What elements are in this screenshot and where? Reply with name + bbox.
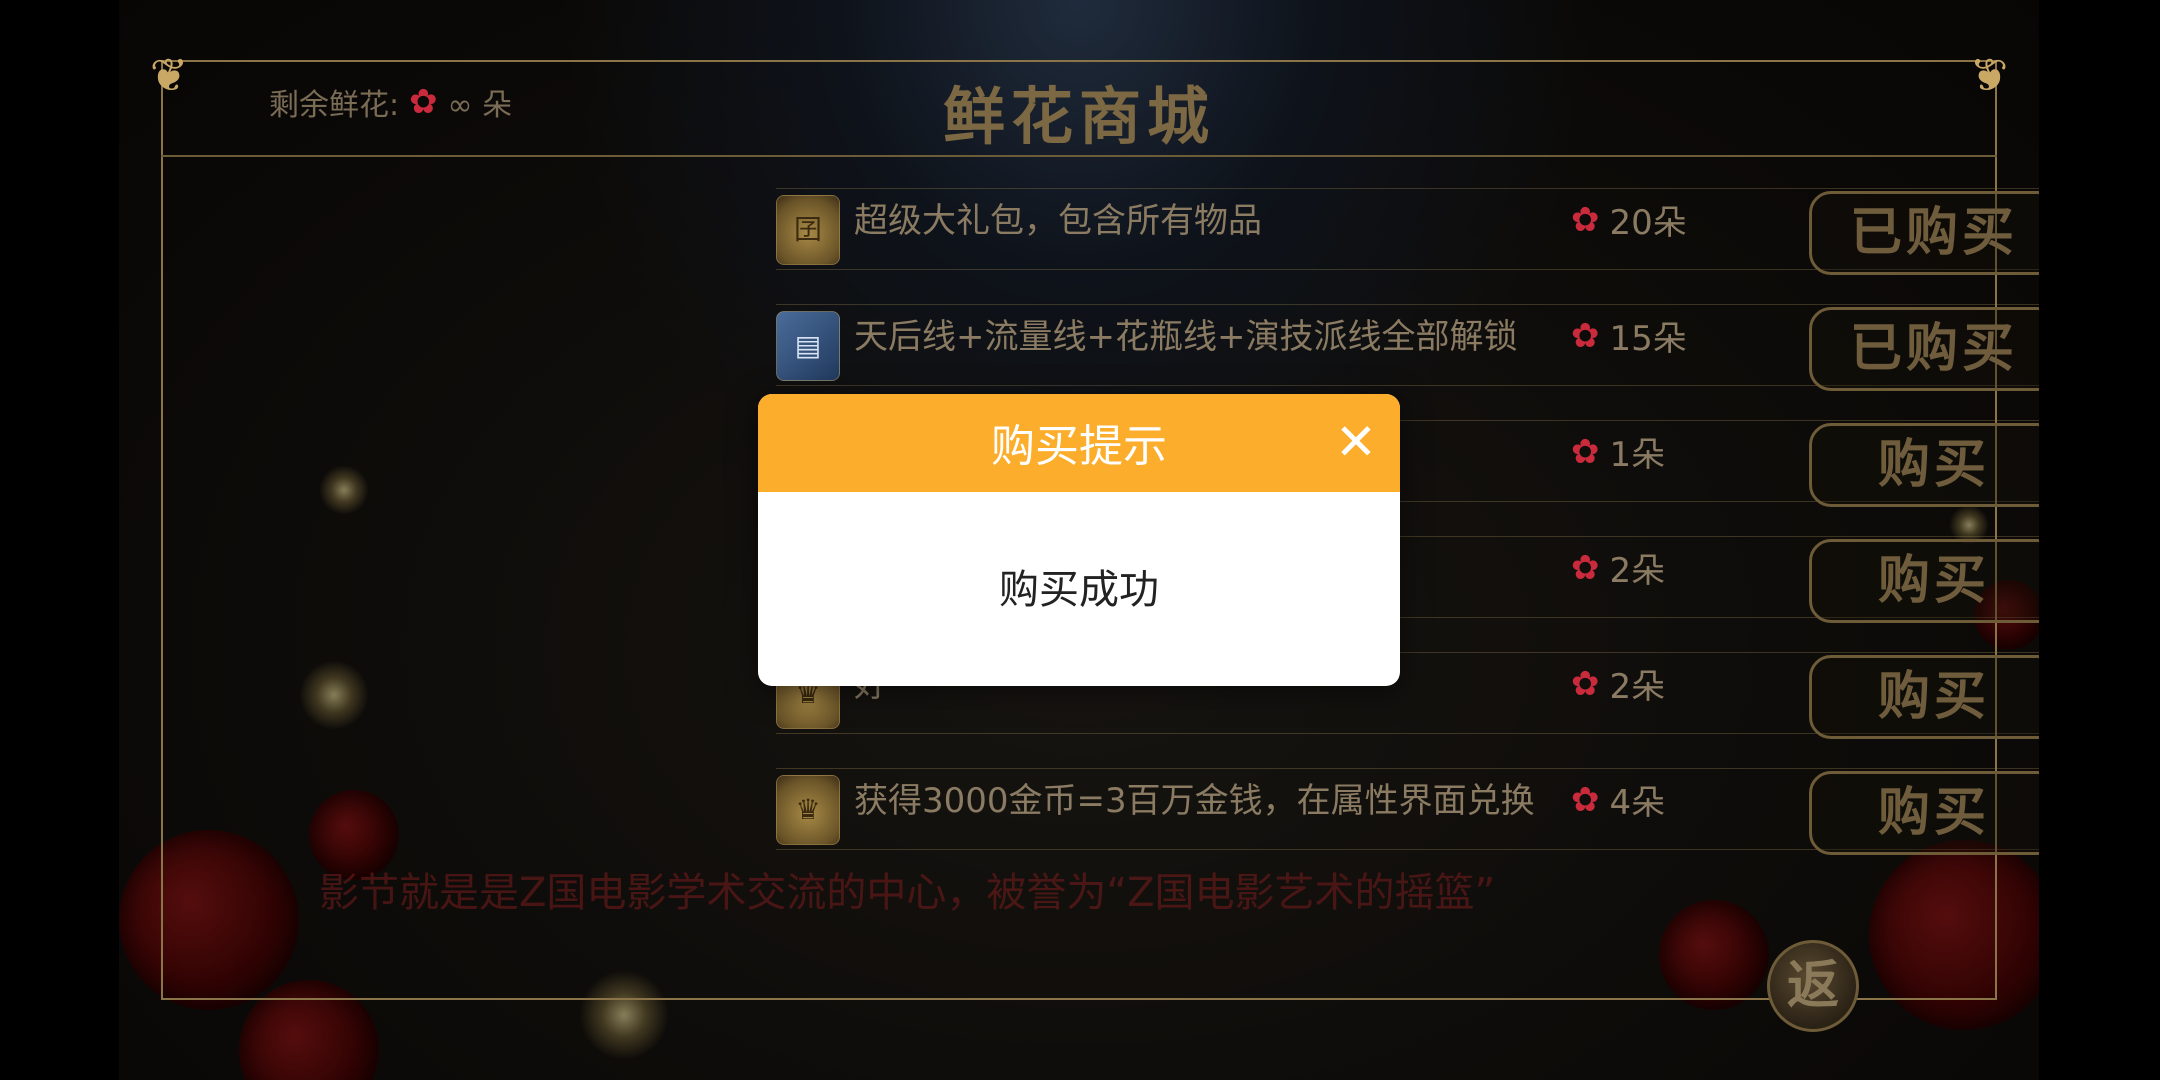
price-value: 1朵 <box>1609 435 1666 475</box>
rose-icon: ✿ <box>1571 547 1600 588</box>
rose-icon: ✿ <box>1571 779 1600 820</box>
dialog-message: 购买成功 <box>999 567 1159 613</box>
item-description: 天后线+流量线+花瓶线+演技派线全部解锁 <box>854 317 1518 357</box>
rose-icon: ✿ <box>1571 431 1600 472</box>
item-price: ✿ 20朵 <box>1571 195 1687 244</box>
buy-button[interactable]: 购买 <box>1809 539 2039 623</box>
price-value: 20朵 <box>1609 203 1687 243</box>
scrolling-ticker-text: 影节就是是Z国电影学术交流的中心，被誉为“Z国电影艺术的摇篮” <box>319 870 1496 916</box>
gold-statue-icon: ♛ <box>776 775 840 845</box>
remaining-label: 剩余鲜花: <box>269 88 400 123</box>
shop-item-row: ▤ 天后线+流量线+花瓶线+演技派线全部解锁 ✿ 15朵 已购买 <box>776 304 2039 391</box>
dialog-title: 购买提示 <box>991 421 1167 472</box>
rose-icon: ✿ <box>409 82 438 122</box>
price-value: 15朵 <box>1609 319 1687 359</box>
price-value: 4朵 <box>1609 783 1666 823</box>
item-price: ✿ 4朵 <box>1571 775 1665 824</box>
close-icon[interactable]: ✕ <box>1330 416 1382 468</box>
remaining-value: ∞ 朵 <box>447 88 513 123</box>
price-value: 2朵 <box>1609 667 1666 707</box>
item-price: ✿ 1朵 <box>1571 427 1665 476</box>
item-price: ✿ 2朵 <box>1571 543 1665 592</box>
shop-item-row: ♛ 获得3000金币=3百万金钱，在属性界面兑换 ✿ 4朵 购买 <box>776 768 2039 855</box>
shop-item-row: 囝 超级大礼包，包含所有物品 ✿ 20朵 已购买 <box>776 188 2039 275</box>
purchased-button[interactable]: 已购买 <box>1809 307 2039 391</box>
rose-icon: ✿ <box>1571 199 1600 240</box>
buy-button[interactable]: 购买 <box>1809 423 2039 507</box>
money-bag-icon: 囝 <box>776 195 840 265</box>
item-description: 超级大礼包，包含所有物品 <box>854 201 1262 241</box>
buy-button[interactable]: 购买 <box>1809 655 2039 739</box>
purchased-button[interactable]: 已购买 <box>1809 191 2039 275</box>
book-icon: ▤ <box>776 311 840 381</box>
item-price: ✿ 15朵 <box>1571 311 1687 360</box>
item-description: 获得3000金币=3百万金钱，在属性界面兑换 <box>854 781 1535 821</box>
rose-icon: ✿ <box>1571 315 1600 356</box>
rose-icon: ✿ <box>1571 663 1600 704</box>
remaining-flowers: 剩余鲜花: ✿ ∞ 朵 <box>269 80 512 124</box>
buy-button[interactable]: 购买 <box>1809 771 2039 855</box>
purchase-dialog: 购买提示 ✕ 购买成功 <box>758 394 1400 686</box>
item-price: ✿ 2朵 <box>1571 659 1665 708</box>
price-value: 2朵 <box>1609 551 1666 591</box>
back-button[interactable]: 返 <box>1767 940 1859 1032</box>
